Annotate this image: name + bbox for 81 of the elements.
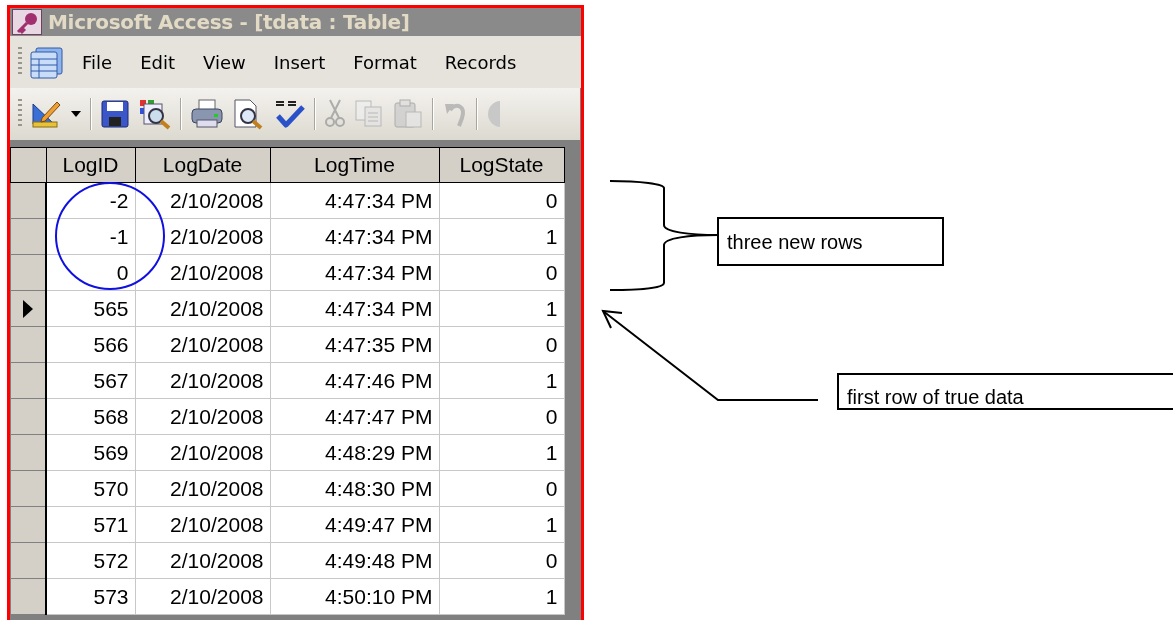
table-cell: -1 [46, 218, 135, 255]
save-icon[interactable] [100, 98, 130, 130]
select-all-corner[interactable] [10, 147, 46, 183]
table-cell: 569 [46, 434, 135, 471]
row-selector[interactable] [10, 578, 46, 615]
column-header[interactable]: LogState [439, 147, 564, 183]
menu-item[interactable]: Format [345, 47, 425, 77]
grip-handle[interactable] [18, 47, 22, 77]
table-cell: 2/10/2008 [135, 398, 270, 435]
row-selector[interactable] [10, 254, 46, 291]
table-cell: 4:48:29 PM [270, 434, 439, 471]
table-cell: 573 [46, 578, 135, 615]
row-selector[interactable] [10, 506, 46, 543]
row-selector[interactable] [10, 470, 46, 507]
magnifier-icon[interactable] [138, 98, 172, 130]
table-cell: 0 [439, 398, 564, 435]
column-header[interactable]: LogDate [135, 147, 270, 183]
menu-item[interactable]: Records [436, 47, 525, 77]
table-cell: 0 [439, 542, 564, 579]
row-selector[interactable] [10, 290, 46, 327]
row-selector[interactable] [10, 182, 46, 219]
table-cell: 566 [46, 326, 135, 363]
table-cell: 2/10/2008 [135, 578, 270, 615]
callout-label: three new rows [717, 217, 944, 266]
table-cell: 4:47:34 PM [270, 290, 439, 327]
table-cell: 1 [439, 578, 564, 615]
column-header[interactable]: LogTime [270, 147, 439, 183]
table-cell: 2/10/2008 [135, 470, 270, 507]
menu-item[interactable]: Insert [265, 47, 334, 77]
table-cell: 0 [439, 470, 564, 507]
row-selector[interactable] [10, 326, 46, 363]
table-cell: 1 [439, 290, 564, 327]
window-title: Microsoft Access - [tdata : Table] [48, 10, 410, 34]
table-cell: 4:47:47 PM [270, 398, 439, 435]
printer-icon[interactable] [190, 98, 224, 130]
table-cell: 2/10/2008 [135, 506, 270, 543]
table-cell: 2/10/2008 [135, 326, 270, 363]
table-cell: -2 [46, 182, 135, 219]
menu-item[interactable]: File [74, 47, 121, 77]
table-cell: 570 [46, 470, 135, 507]
table-cell: 1 [439, 434, 564, 471]
table-cell: 2/10/2008 [135, 290, 270, 327]
table-cell: 1 [439, 218, 564, 255]
table-cell: 567 [46, 362, 135, 399]
table-cell: 568 [46, 398, 135, 435]
table-cell: 4:47:35 PM [270, 326, 439, 363]
table-cell: 2/10/2008 [135, 218, 270, 255]
table-cell: 4:50:10 PM [270, 578, 439, 615]
row-selector[interactable] [10, 398, 46, 435]
table-cell: 2/10/2008 [135, 542, 270, 579]
table-cell: 2/10/2008 [135, 254, 270, 291]
table-cell: 572 [46, 542, 135, 579]
table-cell: 0 [46, 254, 135, 291]
table-cell: 4:49:47 PM [270, 506, 439, 543]
table-cell: 4:47:34 PM [270, 218, 439, 255]
row-selector[interactable] [10, 434, 46, 471]
app-icon[interactable] [12, 9, 42, 35]
table-cell: 1 [439, 362, 564, 399]
table-cell: 0 [439, 182, 564, 219]
row-selector[interactable] [10, 542, 46, 579]
row-selector[interactable] [10, 218, 46, 255]
menu-item[interactable]: View [195, 47, 254, 77]
table-cell: 2/10/2008 [135, 362, 270, 399]
table-cell: 2/10/2008 [135, 182, 270, 219]
table-cell: 4:47:46 PM [270, 362, 439, 399]
table-cell: 1 [439, 506, 564, 543]
grip-handle[interactable] [18, 99, 22, 129]
column-header[interactable]: LogID [46, 147, 135, 183]
table-cell: 4:47:34 PM [270, 254, 439, 291]
table-cell: 565 [46, 290, 135, 327]
table-cell: 4:49:48 PM [270, 542, 439, 579]
menu-item[interactable]: Edit [132, 47, 183, 77]
callout-label: first row of true data [837, 373, 1173, 410]
table-cell: 4:48:30 PM [270, 470, 439, 507]
table-cell: 0 [439, 254, 564, 291]
row-selector[interactable] [10, 362, 46, 399]
table-cell: 2/10/2008 [135, 434, 270, 471]
table-cell: 571 [46, 506, 135, 543]
table-cell: 0 [439, 326, 564, 363]
table-cell: 4:47:34 PM [270, 182, 439, 219]
page-magnifier-icon[interactable] [232, 98, 264, 130]
